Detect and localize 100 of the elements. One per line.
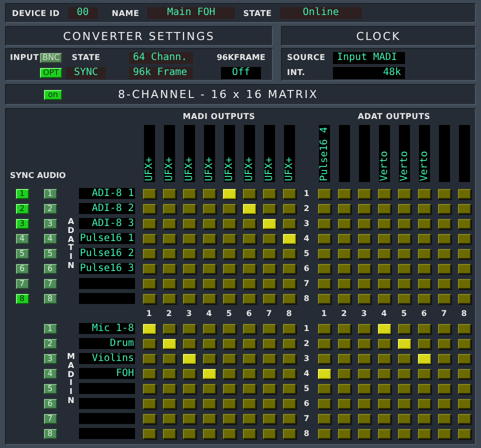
input-button[interactable]: OPT bbox=[40, 68, 62, 78]
output-label-strip: UFX+ bbox=[164, 125, 174, 182]
channel-name-field[interactable] bbox=[79, 413, 135, 424]
audio-button[interactable]: 4 bbox=[44, 368, 56, 378]
channel-name-field[interactable] bbox=[79, 278, 135, 289]
device-id-label: DEVICE ID bbox=[12, 8, 60, 18]
column-number: 8 bbox=[460, 309, 468, 318]
sync-button[interactable]: 2 bbox=[16, 204, 28, 214]
audio-button[interactable]: 2 bbox=[44, 204, 56, 214]
sync-button[interactable]: 7 bbox=[16, 278, 28, 288]
output-label-strip: Verto bbox=[398, 125, 410, 182]
converter-title: CONVERTER SETTINGS bbox=[63, 30, 215, 42]
channel-name-field[interactable]: Violins bbox=[79, 353, 135, 364]
output-label-strip: UFX+ bbox=[204, 125, 214, 182]
output-label-strip: Verto bbox=[378, 125, 390, 182]
row-number: 3 bbox=[302, 219, 310, 228]
output-label-strip: UFX+ bbox=[184, 125, 194, 182]
column-number: 7 bbox=[265, 309, 273, 318]
channel-name-field[interactable]: Pulse16 1 bbox=[79, 233, 135, 244]
output-label-strip bbox=[358, 125, 370, 182]
group-label: ADAT IN bbox=[67, 218, 75, 271]
column-number: 5 bbox=[225, 309, 233, 318]
row-number: 1 bbox=[302, 189, 310, 198]
sync-button[interactable]: 3 bbox=[16, 218, 28, 228]
channel-name-field[interactable]: Pulse16 2 bbox=[79, 248, 135, 259]
channels-field: 64 Chann. bbox=[129, 52, 193, 64]
column-number: 4 bbox=[380, 309, 388, 318]
audio-button[interactable]: 8 bbox=[44, 294, 56, 304]
output-label-strip bbox=[458, 125, 470, 182]
column-number: 1 bbox=[145, 309, 153, 318]
row-number: 5 bbox=[302, 249, 310, 258]
channel-name-field[interactable] bbox=[79, 398, 135, 409]
audio-button[interactable]: 6 bbox=[44, 398, 56, 408]
audio-button[interactable]: 5 bbox=[44, 384, 56, 394]
row-number: 7 bbox=[302, 414, 310, 423]
source-field[interactable]: Input MADI bbox=[333, 52, 405, 64]
96k-frame-label: 96KFRAME bbox=[216, 53, 266, 62]
audio-button[interactable]: 5 bbox=[44, 248, 56, 258]
column-number: 2 bbox=[165, 309, 173, 318]
name-label: NAME bbox=[112, 8, 140, 18]
audio-button[interactable]: 7 bbox=[44, 278, 56, 288]
audio-button[interactable]: 7 bbox=[44, 414, 56, 424]
state-label: STATE bbox=[243, 8, 272, 18]
column-number: 2 bbox=[340, 309, 348, 318]
state-field: Online bbox=[280, 7, 362, 19]
madi-outputs-title: MADI OUTPUTS bbox=[182, 111, 256, 123]
column-number: 6 bbox=[420, 309, 428, 318]
output-label-strip: UFX+ bbox=[284, 125, 294, 182]
sync-button[interactable]: 8 bbox=[16, 294, 28, 304]
sync-header: SYNC bbox=[8, 171, 36, 182]
channel-name-field[interactable] bbox=[79, 383, 135, 394]
audio-button[interactable]: 3 bbox=[44, 354, 56, 364]
output-label-strip bbox=[438, 125, 450, 182]
audio-button[interactable]: 4 bbox=[44, 234, 56, 244]
sync-state-field: SYNC bbox=[66, 66, 106, 78]
input-label: INPUT bbox=[10, 53, 40, 62]
audio-button[interactable]: 1 bbox=[44, 324, 56, 334]
output-label-strip: UFX+ bbox=[144, 125, 154, 182]
row-number: 2 bbox=[302, 339, 310, 348]
audio-button[interactable]: 8 bbox=[44, 428, 56, 438]
channel-name-field[interactable] bbox=[79, 428, 135, 439]
output-label-strip bbox=[338, 125, 350, 182]
audio-button[interactable]: 1 bbox=[44, 188, 56, 198]
row-number: 7 bbox=[302, 279, 310, 288]
channel-name-field[interactable]: ADI-8 1 bbox=[79, 188, 135, 199]
row-number: 1 bbox=[302, 324, 310, 333]
matrix-title: 8-CHANNEL - 16 x 16 MATRIX bbox=[118, 88, 318, 101]
row-number: 2 bbox=[302, 204, 310, 213]
row-number: 4 bbox=[302, 369, 310, 378]
sync-button[interactable]: 1 bbox=[16, 188, 28, 198]
sync-button[interactable]: 5 bbox=[16, 248, 28, 258]
frame-field: 96k Frame bbox=[129, 66, 193, 78]
column-number: 7 bbox=[440, 309, 448, 318]
audio-button[interactable]: 3 bbox=[44, 218, 56, 228]
96k-frame-field[interactable]: Off bbox=[221, 66, 261, 78]
channel-name-field[interactable]: ADI-8 2 bbox=[79, 203, 135, 214]
sync-button[interactable]: 6 bbox=[16, 264, 28, 274]
source-label: SOURCE bbox=[287, 53, 326, 62]
audio-button[interactable]: 2 bbox=[44, 338, 56, 348]
audio-button[interactable]: 6 bbox=[44, 264, 56, 274]
channel-name-field[interactable]: Pulse16 3 bbox=[79, 263, 135, 274]
channel-name-field[interactable]: ADI-8 3 bbox=[79, 218, 135, 229]
output-label-strip: Pulse16 4 bbox=[318, 125, 330, 182]
column-number: 5 bbox=[400, 309, 408, 318]
adat-outputs-title: ADAT OUTPUTS bbox=[356, 111, 432, 123]
output-label-strip: UFX+ bbox=[224, 125, 234, 182]
matrix-toggle[interactable]: on bbox=[44, 90, 62, 100]
row-number: 8 bbox=[302, 429, 310, 438]
row-number: 5 bbox=[302, 384, 310, 393]
name-field[interactable]: Main FOH bbox=[147, 7, 236, 19]
channel-name-field[interactable]: Mic 1-8 bbox=[79, 323, 135, 334]
device-id-field[interactable]: 00 bbox=[68, 7, 98, 19]
sync-button[interactable]: 4 bbox=[16, 234, 28, 244]
int-field[interactable]: 48k bbox=[333, 66, 405, 78]
channel-name-field[interactable] bbox=[79, 293, 135, 304]
row-number: 3 bbox=[302, 354, 310, 363]
channel-name-field[interactable]: Drum bbox=[79, 338, 135, 349]
column-number: 3 bbox=[185, 309, 193, 318]
channel-name-field[interactable]: FOH bbox=[79, 368, 135, 379]
state-label: STATE bbox=[72, 53, 100, 62]
